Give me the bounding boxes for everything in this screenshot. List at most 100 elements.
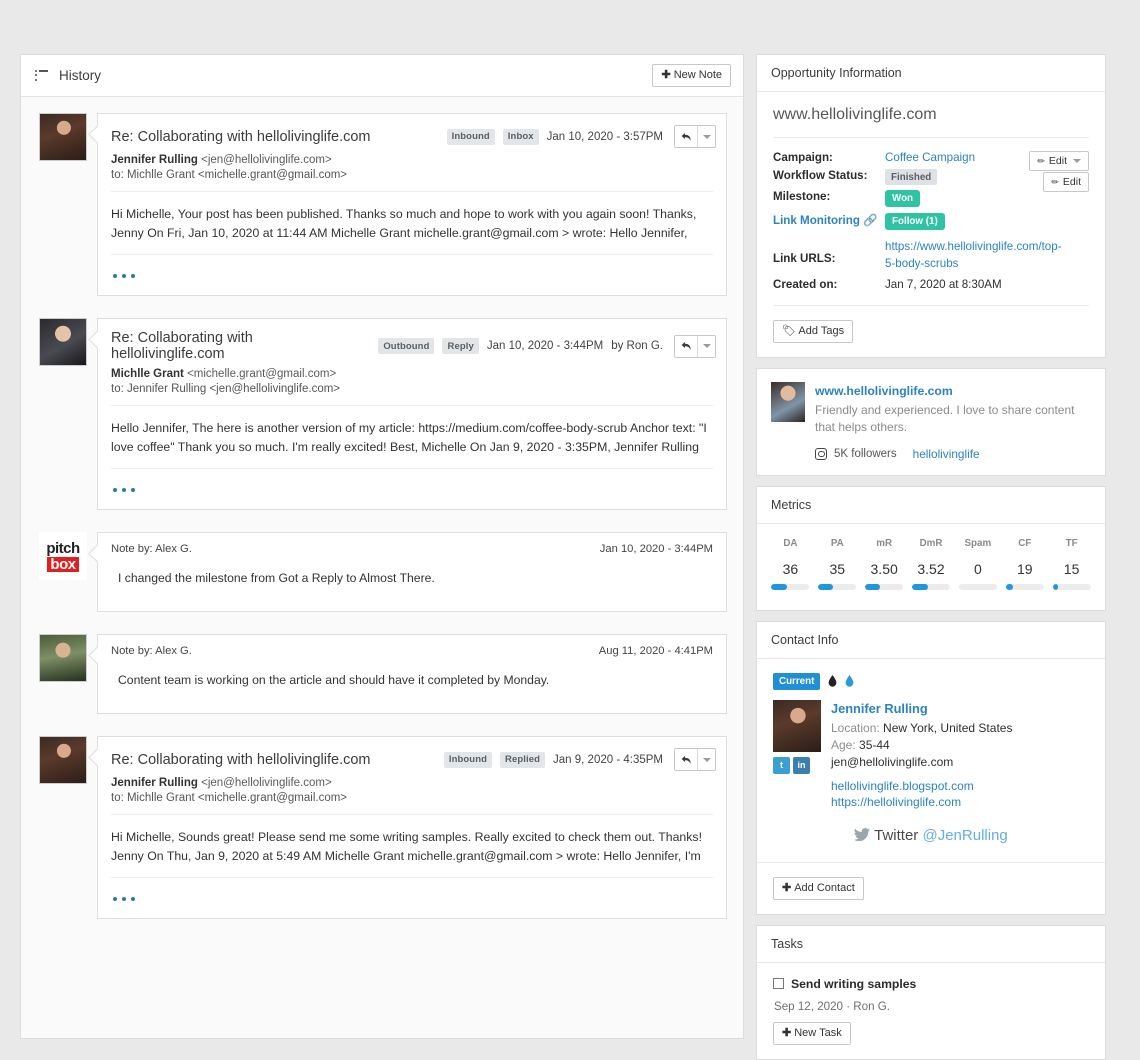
new-task-button[interactable]: ✚New Task xyxy=(773,1022,851,1045)
droplet-icon-dark xyxy=(828,675,837,687)
email-body: Hello Jennifer, The here is another vers… xyxy=(98,406,726,460)
workflow-status-row: Workflow Status: Finished xyxy=(773,169,1089,185)
app-root: History ✚New Note Re: Collaborating with… xyxy=(0,0,1140,1057)
email-to: to: Michlle Grant <michelle.grant@gmail.… xyxy=(111,169,713,181)
email-subject: Re: Collaborating with hellolivinglife.c… xyxy=(111,330,370,362)
new-note-label: New Note xyxy=(674,69,722,81)
twitter-bird-icon xyxy=(854,828,870,841)
milestone-row: Milestone: Won xyxy=(773,190,1089,207)
link-urls-value[interactable]: https://www.hellolivinglife.com/top-5-bo… xyxy=(885,239,1065,273)
reply-button-group[interactable] xyxy=(674,748,716,771)
add-contact-label: Add Contact xyxy=(794,882,855,894)
created-on-label: Created on: xyxy=(773,278,885,291)
reply-dropdown-icon[interactable] xyxy=(697,336,715,357)
email-subject: Re: Collaborating with hellolivinglife.c… xyxy=(111,752,436,768)
history-entry-email: Re: Collaborating with hellolivinglife.c… xyxy=(39,736,727,919)
email-tag-direction: Inbound xyxy=(447,129,495,145)
campaign-label: Campaign: xyxy=(773,151,885,164)
add-contact-button[interactable]: ✚Add Contact xyxy=(773,877,864,900)
new-task-label: New Task xyxy=(794,1027,841,1039)
twitter-handle[interactable]: @JenRulling xyxy=(922,827,1007,844)
email-author: by Ron G. xyxy=(611,340,663,352)
site-avatar xyxy=(771,382,805,422)
instagram-icon xyxy=(815,448,827,460)
history-list: Re: Collaborating with hellolivinglife.c… xyxy=(21,97,743,1038)
metric-cf: CF 19 xyxy=(1001,538,1048,590)
reply-dropdown-icon[interactable] xyxy=(697,126,715,147)
note-date: Aug 11, 2020 - 4:41PM xyxy=(599,645,713,657)
created-on-row: Created on: Jan 7, 2020 at 8:30AM xyxy=(773,278,1089,291)
metric-bar xyxy=(1053,584,1091,590)
twitter-label: Twitter xyxy=(874,827,918,844)
email-body: Hi Michelle, Sounds great! Please send m… xyxy=(98,815,726,869)
email-to: to: Michlle Grant <michelle.grant@gmail.… xyxy=(111,792,713,804)
email-card[interactable]: Re: Collaborating with hellolivinglife.c… xyxy=(97,113,727,296)
expand-email-button[interactable] xyxy=(98,469,726,509)
add-tags-button[interactable]: 🏷 Add Tags xyxy=(773,320,853,343)
new-note-button[interactable]: ✚New Note xyxy=(652,64,731,87)
task-meta: Sep 12, 2020 · Ron G. xyxy=(774,1000,1089,1013)
link-monitoring-edit-button[interactable]: ✏ Edit xyxy=(1043,172,1089,192)
note-card[interactable]: Note by: Alex G. Jan 10, 2020 - 3:44PM I… xyxy=(97,532,727,612)
metric-label: mR xyxy=(861,538,908,549)
twitter-icon[interactable]: t xyxy=(773,757,790,774)
metric-tf: TF15 xyxy=(1048,538,1095,590)
created-on-value: Jan 7, 2020 at 8:30AM xyxy=(885,278,1002,291)
reply-icon[interactable] xyxy=(675,336,697,357)
metrics-panel-title: Metrics xyxy=(757,487,1105,524)
link-chain-icon: 🔗 xyxy=(863,214,877,227)
metric-value: 3.50 xyxy=(861,561,908,577)
pitchbox-logo: pitchbox xyxy=(39,532,87,580)
followers-count: 5K followers xyxy=(834,448,897,460)
contact-avatar xyxy=(773,700,821,752)
reply-icon[interactable] xyxy=(675,749,697,770)
task-item[interactable]: Send writing samples xyxy=(773,977,1089,991)
expand-email-button[interactable] xyxy=(98,878,726,918)
campaign-value[interactable]: Coffee Campaign xyxy=(885,151,975,164)
expand-email-button[interactable] xyxy=(98,255,726,295)
link-monitoring-badge: Follow (1) xyxy=(885,213,945,230)
task-checkbox[interactable] xyxy=(773,978,784,989)
metric-bar xyxy=(865,584,903,590)
metric-label: DA xyxy=(767,538,814,549)
add-tags-label: Add Tags xyxy=(798,325,844,337)
email-card[interactable]: Re: Collaborating with hellolivinglife.c… xyxy=(97,318,727,510)
site-profile-card: www.hellolivinglife.com Friendly and exp… xyxy=(756,368,1106,476)
alex-avatar xyxy=(39,634,87,682)
note-card[interactable]: Note by: Alex G. Aug 11, 2020 - 4:41PM C… xyxy=(97,634,727,714)
email-from-address: <jen@hellolivinglife.com> xyxy=(201,154,332,166)
contact-link-website[interactable]: https://hellolivinglife.com xyxy=(831,795,1089,809)
email-from: Jennifer Rulling <jen@hellolivinglife.co… xyxy=(111,154,713,166)
reply-icon[interactable] xyxy=(675,126,697,147)
link-monitoring-label[interactable]: Link Monitoring 🔗 xyxy=(773,213,885,227)
reply-dropdown-icon[interactable] xyxy=(697,749,715,770)
site-name-link[interactable]: www.hellolivinglife.com xyxy=(815,384,953,398)
email-subject: Re: Collaborating with hellolivinglife.c… xyxy=(111,129,439,145)
metric-value: 3.52 xyxy=(908,561,955,577)
metric-label: TF xyxy=(1048,538,1095,549)
contact-link-blogspot[interactable]: hellolivinglife.blogspot.com xyxy=(831,779,1089,793)
sidebar: Opportunity Information www.hellolivingl… xyxy=(756,54,1106,1039)
reply-button-group[interactable] xyxy=(674,335,716,358)
reply-button-group[interactable] xyxy=(674,125,716,148)
linkedin-icon[interactable]: in xyxy=(793,757,810,774)
milestone-edit-label: Edit xyxy=(1049,155,1067,167)
email-tag-status: Reply xyxy=(442,338,478,354)
site-handle-link[interactable]: hellolivinglife xyxy=(913,447,980,461)
note-author: Note by: Alex G. xyxy=(111,543,192,555)
milestone-edit-button[interactable]: ✏ Edit xyxy=(1029,151,1089,171)
email-card[interactable]: Re: Collaborating with hellolivinglife.c… xyxy=(97,736,727,919)
metric-bar xyxy=(912,584,950,590)
email-tag-status: Replied xyxy=(500,752,545,768)
milestone-label: Milestone: xyxy=(773,190,885,203)
metric-label: CF xyxy=(1001,538,1048,549)
opportunity-fields: ✏ Edit ✏ Edit Campaign: Coffee Campaign … xyxy=(773,151,1089,291)
contact-name-link[interactable]: Jennifer Rulling xyxy=(831,701,928,716)
task-name: Send writing samples xyxy=(791,977,916,991)
metrics-row: DA36PA35mR3.50DmR3.52Spam0CF19TF15 xyxy=(767,538,1095,590)
workflow-status-badge: Finished xyxy=(885,169,937,185)
metric-value: 19 xyxy=(1001,561,1048,577)
email-date: Jan 9, 2020 - 4:35PM xyxy=(553,754,663,766)
metric-spam: Spam0 xyxy=(954,538,1001,590)
metric-bar xyxy=(818,584,856,590)
